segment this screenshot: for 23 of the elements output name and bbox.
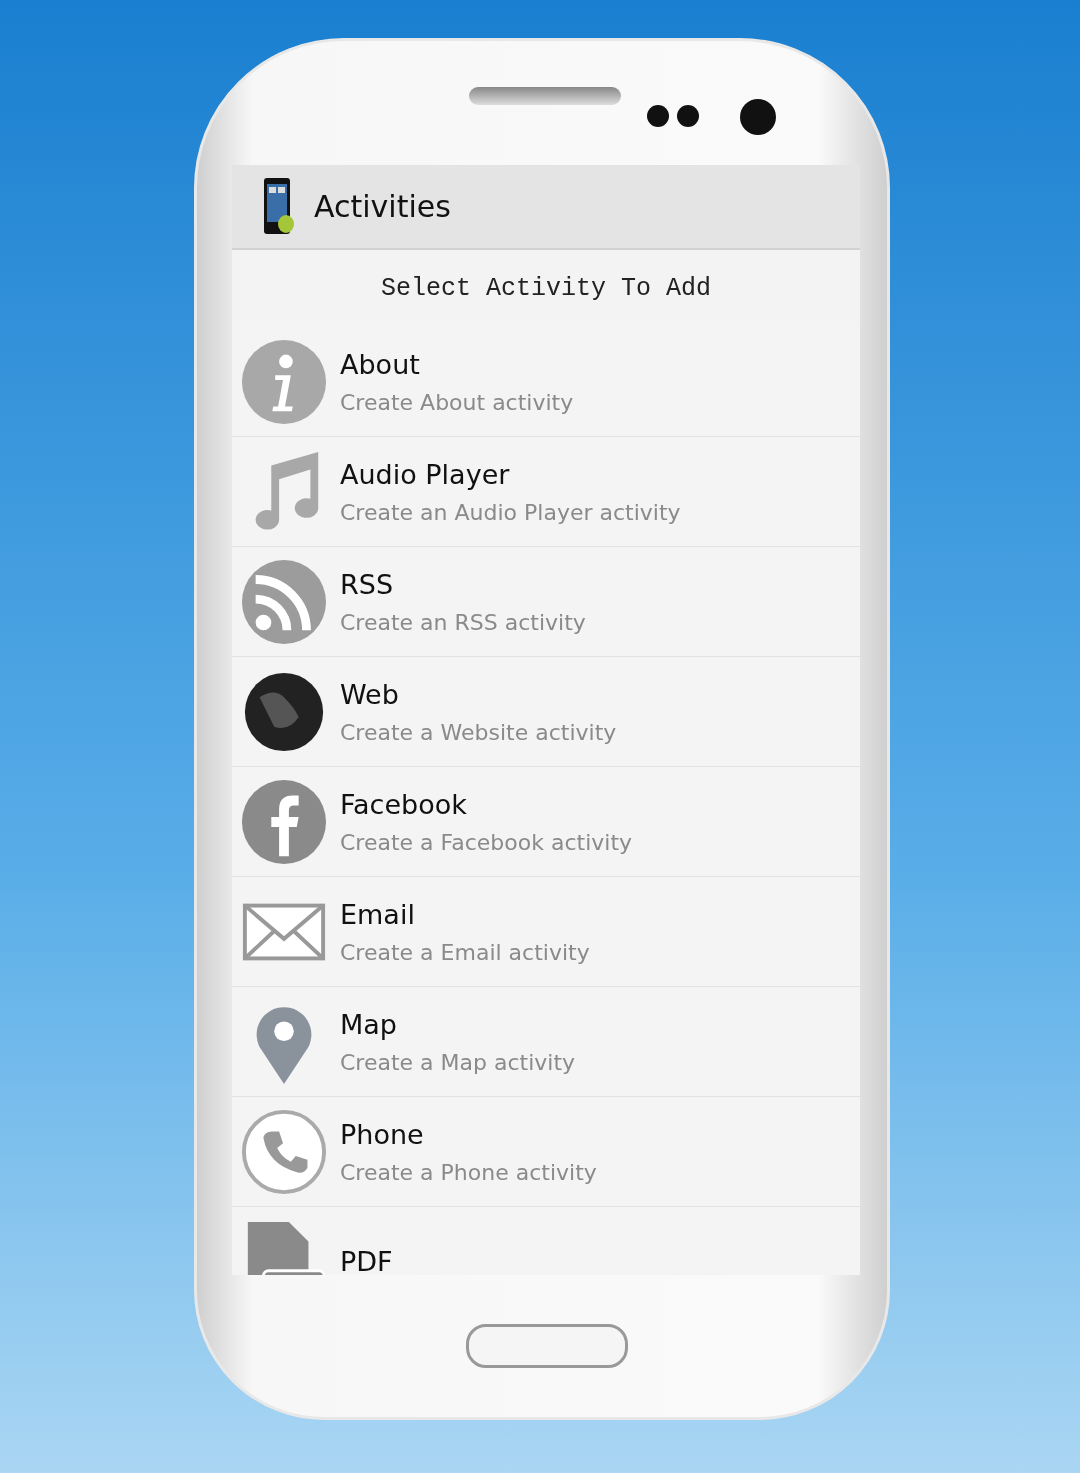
activity-title: Facebook — [340, 788, 468, 820]
activity-title: RSS — [340, 568, 395, 600]
activity-description: Create About activity — [340, 389, 574, 415]
activity-description: Create an RSS activity — [340, 609, 586, 635]
app-title: Activities — [314, 189, 451, 224]
activity-description: Create a Facebook activity — [340, 829, 633, 855]
camera-icon — [740, 99, 776, 135]
home-button[interactable] — [466, 1324, 628, 1368]
activity-title: Audio Player — [340, 458, 511, 490]
activity-description: Create a Email activity — [340, 939, 590, 965]
activity-description: Create a Website activity — [340, 719, 617, 745]
activity-title: About — [340, 348, 421, 380]
activity-title: Map — [340, 1008, 398, 1040]
activity-title: Web — [340, 678, 400, 710]
activity-description: Create a Phone activity — [340, 1159, 597, 1185]
activity-title: Email — [340, 898, 416, 930]
activity-title: PDF — [340, 1246, 393, 1275]
app-icon — [262, 177, 296, 236]
sensor-dots-icon — [647, 105, 699, 127]
activity-description: Create a Map activity — [340, 1049, 576, 1075]
activity-description: Create an Audio Player activity — [340, 499, 681, 525]
list-heading: Select Activity To Add — [379, 273, 713, 305]
activity-title: Phone — [340, 1118, 425, 1150]
